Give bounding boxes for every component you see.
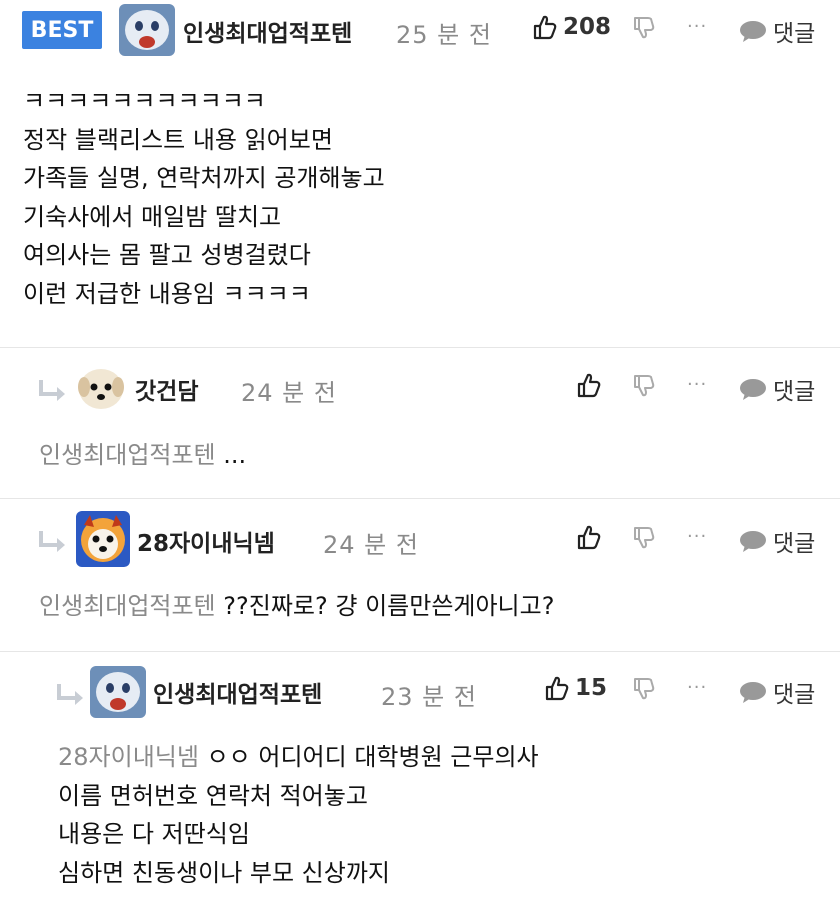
more-menu-button[interactable]: ···: [687, 374, 707, 395]
reply-arrow-icon: [39, 531, 65, 552]
comment-body: 28자이내닉넴 ㅇㅇ 어디어디 대학병원 근무의사 이름 면허번호 연락처 적어…: [58, 738, 539, 892]
more-menu-button[interactable]: ···: [687, 16, 707, 37]
timestamp: 25 분 전: [396, 21, 492, 49]
dislike-button[interactable]: [633, 526, 655, 554]
comment-line: ㅇㅇ 어디어디 대학병원 근무의사: [206, 743, 539, 771]
like-button[interactable]: 15: [545, 675, 607, 701]
dislike-button[interactable]: [633, 677, 655, 705]
comment-best: BEST 인생최대업적포텐 25 분 전 208 ··· 댓글 ㅋㅋㅋㅋㅋㅋㅋㅋ…: [0, 0, 840, 345]
comment-line: 이름 면허번호 연락처 적어놓고: [58, 781, 368, 810]
best-badge: BEST: [22, 11, 102, 49]
timestamp: 23 분 전: [381, 683, 477, 711]
mention[interactable]: 인생최대업적포텐: [39, 592, 216, 620]
thumbs-down-icon: [634, 527, 655, 549]
avatar[interactable]: [119, 4, 175, 56]
more-menu-button[interactable]: ···: [687, 677, 707, 698]
like-button[interactable]: [577, 524, 601, 550]
thumbs-up-icon: [545, 676, 569, 701]
reply-comment: 갓건담 24 분 전 ··· 댓글 인생최대업적포텐 ...: [0, 347, 840, 498]
speech-bubble-icon: [740, 682, 766, 703]
comment-line: 정작 블랙리스트 내용 읽어보면: [23, 125, 333, 154]
comment-line: 심하면 친동생이나 부모 신상까지: [58, 858, 391, 887]
reply-label: 댓글: [773, 682, 816, 708]
thumbs-down-icon: [634, 17, 655, 39]
comment-text: ??진짜로? 걍 이름만쓴게아니고?: [223, 592, 555, 620]
reply-comment: 28자이내닉넴 24 분 전 ··· 댓글 인생최대업적포텐 ??진짜로? 걍 …: [0, 498, 840, 651]
thumbs-down-icon: [634, 375, 655, 397]
more-menu-button[interactable]: ···: [687, 526, 707, 547]
author-name[interactable]: 인생최대업적포텐: [183, 14, 352, 48]
reply-arrow-icon: [39, 380, 65, 401]
avatar[interactable]: [76, 367, 126, 411]
author-name[interactable]: 28자이내닉넴: [137, 524, 275, 558]
mention[interactable]: 28자이내닉넴: [58, 743, 199, 771]
thumbs-up-icon: [533, 15, 557, 40]
reply-comment: 인생최대업적포텐 23 분 전 15 ··· 댓글 28자이내닉넴 ㅇㅇ 어디어…: [0, 651, 840, 905]
thumbs-up-icon: [577, 373, 601, 398]
author-name[interactable]: 인생최대업적포텐: [153, 675, 322, 709]
speech-bubble-icon: [740, 531, 766, 552]
reply-arrow-icon: [57, 684, 83, 705]
like-button[interactable]: 208: [533, 14, 611, 40]
comment-body: ㅋㅋㅋㅋㅋㅋㅋㅋㅋㅋㅋ 정작 블랙리스트 내용 읽어보면 가족들 실명, 연락처…: [23, 82, 385, 313]
timestamp: 24 분 전: [241, 379, 337, 407]
comment-line: 가족들 실명, 연락처까지 공개해놓고: [23, 164, 385, 192]
thumbs-down-icon: [634, 678, 655, 700]
reply-button[interactable]: 댓글: [739, 675, 815, 709]
timestamp: 24 분 전: [323, 531, 419, 559]
comment-body: 인생최대업적포텐 ??진짜로? 걍 이름만쓴게아니고?: [39, 587, 554, 626]
avatar[interactable]: [76, 511, 130, 567]
like-count: 15: [575, 675, 608, 701]
reply-label: 댓글: [773, 531, 816, 557]
comment-line: 여의사는 몸 팔고 성병걸렸다: [23, 241, 311, 269]
like-button[interactable]: [577, 372, 601, 398]
reply-button[interactable]: 댓글: [739, 524, 815, 558]
mention[interactable]: 인생최대업적포텐: [39, 441, 216, 469]
comment-line: ㅋㅋㅋㅋㅋㅋㅋㅋㅋㅋㅋ: [23, 87, 266, 115]
speech-bubble-icon: [740, 21, 766, 42]
comment-line: 내용은 다 저딴식임: [58, 820, 250, 848]
dislike-button[interactable]: [633, 374, 655, 402]
reply-button[interactable]: 댓글: [739, 372, 815, 406]
comment-body: 인생최대업적포텐 ...: [39, 436, 246, 475]
comment-line: 이런 저급한 내용임 ㅋㅋㅋㅋ: [23, 279, 311, 308]
reply-label: 댓글: [773, 21, 816, 47]
avatar[interactable]: [90, 666, 146, 718]
like-count: 208: [563, 14, 612, 40]
speech-bubble-icon: [740, 379, 766, 400]
reply-label: 댓글: [773, 379, 816, 405]
comment-text: ...: [223, 441, 247, 469]
author-name[interactable]: 갓건담: [135, 372, 198, 406]
dislike-button[interactable]: [633, 16, 655, 44]
thumbs-up-icon: [577, 525, 601, 550]
reply-button[interactable]: 댓글: [739, 14, 815, 48]
comment-line: 기숙사에서 매일밤 딸치고: [23, 202, 282, 231]
